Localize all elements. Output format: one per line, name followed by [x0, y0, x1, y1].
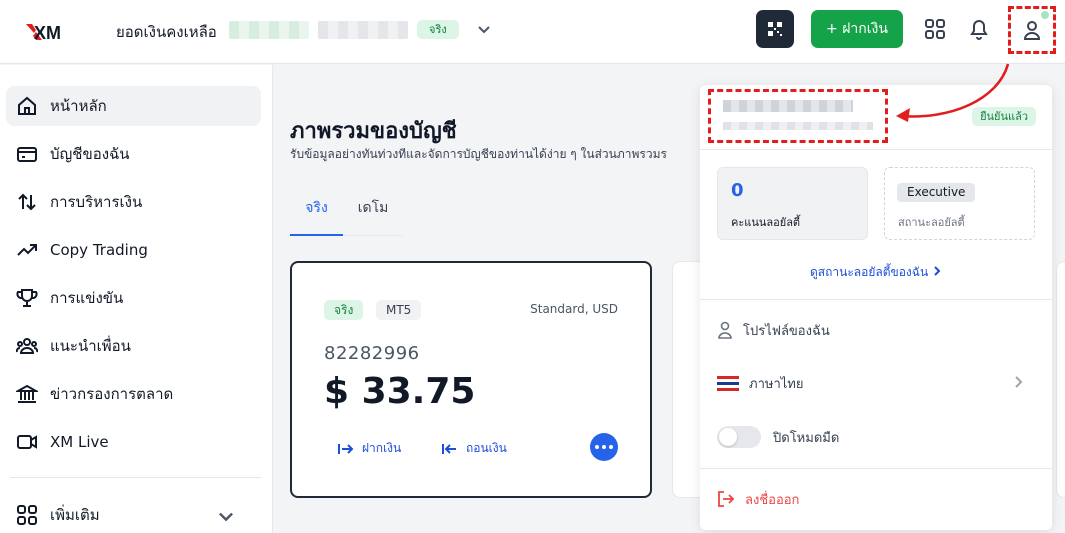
sidebar-item-label: การแข่งขัน [50, 289, 124, 307]
sidebar-item-copy-trading[interactable]: Copy Trading [6, 230, 261, 270]
dark-mode-label: ปิดโหมดมืด [773, 430, 840, 446]
deposit-arrow-icon [338, 443, 354, 454]
sidebar-item-label: Copy Trading [50, 241, 148, 259]
user-info-redacted [708, 89, 888, 143]
card-deposit-button[interactable]: ฝากเงิน [338, 439, 401, 458]
transfer-arrows-icon [18, 193, 36, 211]
loyalty-points-box: 0 คะแนนลอยัลตี้ [717, 167, 868, 240]
sidebar-item-label: XM Live [50, 433, 109, 451]
tab-real[interactable]: จริง [290, 192, 343, 236]
account-number: 82282996 [324, 343, 420, 364]
balance-value-redacted [229, 21, 309, 39]
account-card[interactable]: จริง MT5 Standard, USD 82282996 $ 33.75 … [290, 261, 652, 498]
trend-up-icon [17, 244, 37, 256]
loyalty-status-badge: Executive [897, 183, 976, 202]
view-loyalty-link[interactable]: ดูสถานะลอยัลตี้ของฉัน [700, 263, 1052, 282]
top-header: XM ยอดเงินคงเหลือ จริง + ฝากเงิน [0, 0, 1065, 64]
profile-label: โปรไฟล์ของฉัน [743, 323, 830, 339]
page-title: ภาพรวมของบัญชี [290, 119, 457, 144]
sidebar-item-label: หน้าหลัก [50, 97, 107, 115]
account-card-partial-right[interactable] [1056, 261, 1065, 498]
trophy-icon [16, 289, 38, 307]
chevron-right-icon [1015, 376, 1023, 388]
tab-demo[interactable]: เดโม [343, 192, 403, 236]
xm-logo[interactable]: XM [24, 20, 76, 44]
loyalty-status-box: Executive สถานะลอยัลตี้ [884, 167, 1035, 240]
user-dropdown-panel: ยืนยันแล้ว 0 คะแนนลอยัลตี้ Executive สถา… [700, 85, 1052, 530]
balance-label: ยอดเงินคงเหลือ [116, 23, 217, 41]
video-icon [17, 435, 37, 449]
account-id-redacted [318, 21, 408, 39]
platform-badge: MT5 [376, 300, 422, 320]
sidebar-item-label: การบริหารเงิน [50, 193, 143, 211]
sidebar-item-label: บัญชีของฉัน [50, 145, 130, 163]
apps-grid-icon [17, 505, 37, 525]
chevron-down-icon[interactable] [474, 20, 494, 40]
apps-grid-icon[interactable] [924, 18, 946, 40]
sidebar-divider [10, 477, 261, 478]
chevron-down-icon [219, 512, 233, 522]
thai-flag-icon [717, 375, 739, 391]
sidebar: หน้าหลัก บัญชีของฉัน การบริหารเงิน Copy … [0, 65, 273, 533]
dark-mode-toggle[interactable] [717, 426, 761, 448]
loyalty-points-value: 0 [731, 180, 744, 201]
panel-divider [700, 468, 1052, 469]
card-deposit-label: ฝากเงิน [362, 441, 402, 455]
sidebar-item-xm-live[interactable]: XM Live [6, 422, 261, 462]
profile-menu-item[interactable]: โปรไฟล์ของฉัน [717, 317, 1035, 343]
logout-label: ลงชื่อออก [745, 492, 800, 508]
view-loyalty-label: ดูสถานะลอยัลตี้ของฉัน [810, 265, 929, 279]
more-options-button[interactable] [590, 433, 618, 461]
qr-code-button[interactable] [756, 10, 794, 48]
loyalty-status-label: สถานะลอยัลตี้ [898, 216, 965, 229]
sidebar-item-refer-friend[interactable]: แนะนำเพื่อน [6, 326, 261, 366]
account-type-badge: จริง [417, 20, 459, 39]
sidebar-item-home[interactable]: หน้าหลัก [6, 86, 261, 126]
sidebar-item-label: แนะนำเพื่อน [50, 337, 131, 355]
sidebar-item-label: เพิ่มเติม [50, 506, 100, 524]
sidebar-item-market-intel[interactable]: ข่าวกรองการตลาด [6, 374, 261, 414]
sidebar-item-competitions[interactable]: การแข่งขัน [6, 278, 261, 318]
users-icon [16, 338, 38, 354]
sidebar-item-more[interactable]: เพิ่มเติม [6, 495, 261, 533]
sidebar-item-my-accounts[interactable]: บัญชีของฉัน [6, 134, 261, 174]
page-subtitle: รับข้อมูลอย่างทันท่วงทีและจัดการบัญชีของ… [290, 147, 667, 161]
account-type-badge: จริง [324, 300, 364, 320]
loyalty-points-label: คะแนนลอยัลตี้ [731, 216, 801, 229]
home-icon [18, 96, 36, 115]
svg-text:XM: XM [34, 23, 61, 43]
annotation-arrow-icon [896, 63, 1010, 122]
sidebar-item-label: ข่าวกรองการตลาด [50, 385, 174, 403]
account-type-label: Standard, USD [530, 302, 618, 316]
dark-mode-menu-item[interactable]: ปิดโหมดมืด [717, 424, 1035, 450]
user-icon [1023, 21, 1041, 40]
bell-icon[interactable] [968, 17, 990, 41]
chevron-right-icon [934, 266, 941, 276]
online-status-dot [1040, 10, 1050, 20]
logout-icon [718, 491, 735, 507]
card-withdraw-label: ถอนเงิน [466, 441, 507, 455]
card-withdraw-button[interactable]: ถอนเงิน [442, 439, 507, 458]
panel-divider [700, 149, 1052, 150]
panel-divider [700, 299, 1052, 300]
sidebar-item-funds[interactable]: การบริหารเงิน [6, 182, 261, 222]
language-label: ภาษาไทย [749, 376, 804, 392]
language-menu-item[interactable]: ภาษาไทย [717, 370, 1035, 396]
wallet-icon [17, 147, 37, 162]
deposit-button[interactable]: + ฝากเงิน [811, 10, 903, 48]
bank-icon [16, 384, 38, 403]
qr-code-icon [768, 22, 782, 36]
logout-menu-item[interactable]: ลงชื่อออก [717, 486, 1035, 512]
withdraw-arrow-icon [442, 443, 456, 454]
user-icon [718, 321, 732, 339]
account-balance: $ 33.75 [324, 371, 476, 412]
